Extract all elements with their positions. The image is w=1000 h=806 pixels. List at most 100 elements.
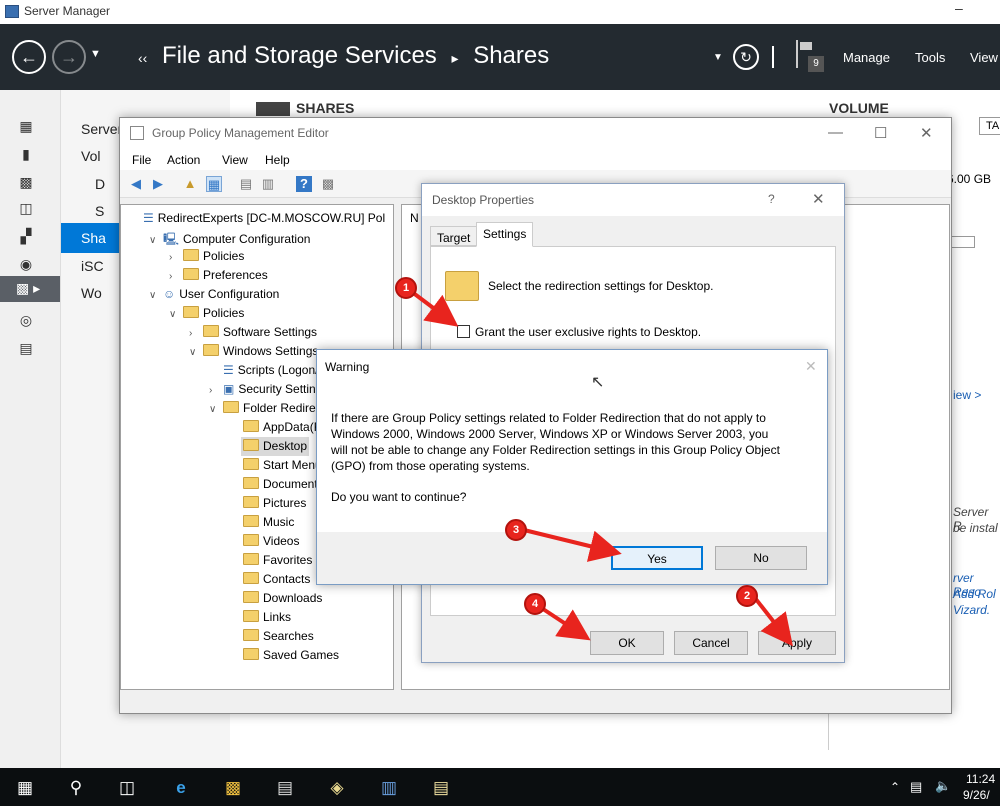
expanded-chevron-icon[interactable]: ∨	[169, 309, 183, 320]
gpme-minimize-button[interactable]: —	[828, 124, 843, 141]
file-storage-icon[interactable]: ▩ ▸	[0, 276, 60, 302]
collapsed-chevron-icon[interactable]: ›	[169, 271, 183, 282]
minimize-button[interactable]: –	[955, 0, 963, 16]
help-button[interactable]: ?	[768, 192, 775, 206]
tree-node[interactable]: ☰ RedirectExperts [DC-M.MOSCOW.RU] Pol	[127, 209, 387, 228]
ad-taskbar-icon[interactable]: ◈	[326, 777, 348, 799]
tree-node[interactable]: › ▣ Security Setting	[207, 380, 324, 399]
expanded-chevron-icon[interactable]: ∨	[149, 235, 163, 246]
local-server-icon[interactable]: ▮	[17, 146, 35, 162]
tree-node[interactable]: Pictures	[227, 494, 308, 513]
tree-node[interactable]: Saved Games	[227, 646, 341, 665]
volume-tasks-button[interactable]: TA	[979, 117, 1000, 135]
tree-node[interactable]: ∨ Policies	[167, 304, 246, 323]
toolbar-help-icon[interactable]: ?	[296, 176, 312, 192]
dashboard-icon[interactable]: ▦	[17, 118, 35, 134]
exclusive-rights-label[interactable]: Grant the user exclusive rights to Deskt…	[475, 325, 701, 339]
tree-node[interactable]: Downloads	[227, 589, 324, 608]
toolbar-properties-icon[interactable]: ▤	[238, 176, 254, 192]
tree-node[interactable]: Start Menu	[227, 456, 324, 475]
nav-servers[interactable]: Server	[81, 121, 122, 137]
server-manager-taskbar-icon[interactable]: ▥	[378, 777, 400, 799]
breadcrumb-shares[interactable]: Shares	[473, 42, 549, 69]
menu-file[interactable]: File	[132, 153, 151, 167]
clock-date[interactable]: 9/26/	[963, 788, 990, 802]
wsus-icon[interactable]: ▤	[17, 340, 35, 356]
collapsed-chevron-icon[interactable]: ›	[189, 328, 203, 339]
start-icon[interactable]: ▦	[14, 777, 36, 799]
tree-node[interactable]: › Software Settings	[187, 323, 319, 342]
tree-node[interactable]: Contacts	[227, 570, 312, 589]
add-roles-link-2[interactable]: Add Rol	[953, 587, 996, 601]
collapsed-chevron-icon[interactable]: ›	[169, 252, 183, 263]
go-to-volumes-link[interactable]: iew >	[953, 388, 981, 402]
expanded-chevron-icon[interactable]: ∨	[209, 404, 223, 415]
dns-icon[interactable]: ◉	[17, 256, 35, 272]
tree-node[interactable]: Links	[227, 608, 293, 627]
gpme-close-button[interactable]: ✕	[920, 124, 933, 142]
internet-explorer-icon[interactable]: e	[170, 777, 192, 799]
toolbar-export-icon[interactable]: ▥	[260, 176, 276, 192]
exclusive-rights-checkbox[interactable]	[457, 325, 470, 338]
toolbar-console-icon[interactable]: ▩	[320, 176, 336, 192]
tray-chevron-icon[interactable]: ⌃	[890, 780, 900, 794]
network-icon[interactable]: ▤	[910, 779, 922, 795]
tree-node[interactable]: ∨ Folder Redirecti	[207, 399, 330, 418]
search-icon[interactable]: ⚲	[65, 777, 87, 799]
menu-help[interactable]: Help	[265, 153, 290, 167]
tree-node[interactable]: ∨ 🖳 Computer Configuration	[147, 228, 312, 247]
collapsed-chevron-icon[interactable]: ›	[209, 385, 223, 396]
tab-target[interactable]: Target	[430, 226, 478, 246]
menu-view[interactable]: View	[222, 153, 248, 167]
all-servers-icon[interactable]: ▩	[17, 174, 35, 190]
volume-icon[interactable]: 🔈	[935, 778, 951, 794]
tree-node[interactable]: Music	[227, 513, 296, 532]
no-button[interactable]: No	[715, 546, 807, 570]
manage-menu[interactable]: Manage	[843, 50, 890, 65]
desktop-properties-close-button[interactable]: ✕	[812, 190, 825, 208]
gpme-maximize-button[interactable]: ☐	[874, 124, 887, 142]
nav-shares[interactable]: Sha	[81, 230, 106, 246]
notepad-taskbar-icon[interactable]: ▤	[430, 777, 452, 799]
breadcrumb-file-storage[interactable]: File and Storage Services	[162, 42, 437, 69]
toolbar-up-icon[interactable]: ▲	[182, 176, 198, 192]
iis-icon[interactable]: ◎	[17, 312, 35, 328]
tab-settings[interactable]: Settings	[476, 222, 534, 247]
nav-iscsi[interactable]: iSC	[81, 258, 104, 274]
nav-history-dropdown-icon[interactable]: ▼	[90, 48, 101, 60]
tree-node[interactable]: Searches	[227, 627, 316, 646]
nav-storage-pools[interactable]: S	[95, 203, 104, 219]
warning-close-button[interactable]: ✕	[805, 358, 817, 375]
tree-node[interactable]: Videos	[227, 532, 301, 551]
refresh-dropdown-icon[interactable]: ▼	[713, 52, 723, 63]
tree-node[interactable]: Favorites	[227, 551, 314, 570]
menu-action[interactable]: Action	[167, 153, 200, 167]
nav-work-folders[interactable]: Wo	[81, 285, 102, 301]
clock-time[interactable]: 11:24	[966, 772, 995, 786]
tools-menu[interactable]: Tools	[915, 50, 945, 65]
nav-disks[interactable]: D	[95, 176, 105, 192]
expanded-chevron-icon[interactable]: ∨	[149, 290, 163, 301]
tree-node[interactable]: › Preferences	[167, 266, 270, 285]
view-menu[interactable]: View	[970, 50, 998, 65]
refresh-icon[interactable]: ↻	[733, 44, 759, 70]
yes-button[interactable]: Yes	[611, 546, 703, 570]
tree-node[interactable]: ☰ Scripts (Logon/	[207, 361, 320, 380]
flag-icon[interactable]: 9	[796, 40, 824, 72]
right-pane-column-header[interactable]: N	[410, 211, 419, 225]
gpmc-taskbar-icon[interactable]: ▤	[274, 777, 296, 799]
tree-node[interactable]: Documents	[227, 475, 326, 494]
tree-node[interactable]: Desktop	[241, 437, 310, 456]
apply-button[interactable]: Apply	[758, 631, 836, 655]
task-view-icon[interactable]: ◫	[116, 777, 138, 799]
add-roles-link-3[interactable]: Vizard.	[953, 603, 990, 617]
back-button[interactable]: ←	[12, 40, 46, 74]
forward-button[interactable]: →	[52, 40, 86, 74]
expanded-chevron-icon[interactable]: ∨	[189, 347, 203, 358]
file-explorer-icon[interactable]: ▩	[222, 777, 244, 799]
tree-node[interactable]: ∨ Windows Settings	[187, 342, 320, 361]
ok-button[interactable]: OK	[590, 631, 664, 655]
tree-node[interactable]: ∨ ☺ User Configuration	[147, 285, 281, 304]
toolbar-back-icon[interactable]: ◀	[128, 176, 144, 192]
cancel-button[interactable]: Cancel	[674, 631, 748, 655]
